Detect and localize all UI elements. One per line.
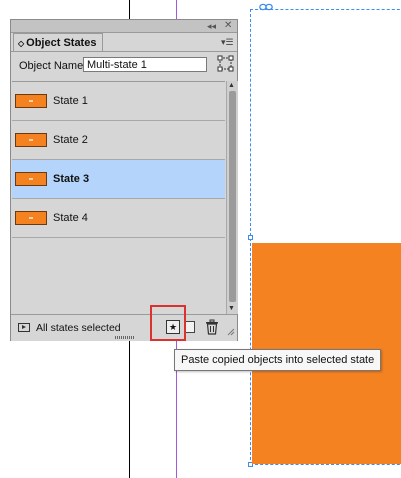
tab-label: Object States [26, 37, 97, 49]
resize-grip-icon[interactable] [227, 328, 235, 336]
panel-footer: All states selected ★ [11, 314, 237, 341]
state-row-3[interactable]: State 3 [12, 160, 225, 199]
object-name-input[interactable] [83, 57, 207, 72]
status-text: All states selected [36, 322, 121, 334]
state-thumbnail [15, 133, 47, 147]
link-icon [259, 3, 273, 11]
scroll-down-icon[interactable]: ▼ [228, 305, 235, 313]
panel-menu-icon[interactable]: ▾☰ [221, 37, 234, 47]
new-state-icon[interactable] [185, 321, 195, 333]
collapse-icon[interactable]: ◂◂ [207, 21, 216, 31]
frame-handle-left-top[interactable] [248, 235, 253, 240]
highlight-box [150, 305, 186, 341]
trash-icon[interactable] [205, 319, 219, 335]
state-label: State 3 [53, 173, 90, 185]
convert-to-mso-icon[interactable] [217, 55, 234, 72]
tab-object-states[interactable]: ◇ Object States [13, 33, 104, 52]
tab-divider [11, 51, 237, 52]
tab-toggle-icon: ◇ [18, 39, 25, 48]
state-thumbnail [15, 94, 47, 108]
states-scrollbar[interactable]: ▲ ▼ [226, 81, 238, 314]
state-row-4[interactable]: State 4 [12, 199, 225, 238]
state-label: State 4 [53, 212, 88, 224]
panel-title-bar[interactable] [11, 20, 237, 33]
state-row-2[interactable]: State 2 [12, 121, 225, 160]
scrollbar-thumb[interactable] [229, 91, 236, 302]
preview-icon[interactable] [18, 323, 30, 332]
state-label: State 2 [53, 134, 88, 146]
state-label: State 1 [53, 95, 88, 107]
scroll-up-icon[interactable]: ▲ [228, 82, 235, 90]
tooltip: Paste copied objects into selected state [174, 349, 382, 371]
object-name-label: Object Name: [19, 60, 87, 72]
object-states-panel: ◂◂ ✕ ◇Object States ▾☰ Object Name: Stat… [10, 19, 238, 341]
state-row-1[interactable]: State 1 [12, 82, 225, 121]
state-thumbnail [15, 211, 47, 225]
panel-drag-handle[interactable] [115, 336, 135, 339]
close-icon[interactable]: ✕ [224, 20, 232, 31]
state-thumbnail [15, 172, 47, 186]
states-list: State 1 State 2 State 3 State 4 [12, 81, 225, 315]
tooltip-text: Paste copied objects into selected state [181, 354, 375, 366]
